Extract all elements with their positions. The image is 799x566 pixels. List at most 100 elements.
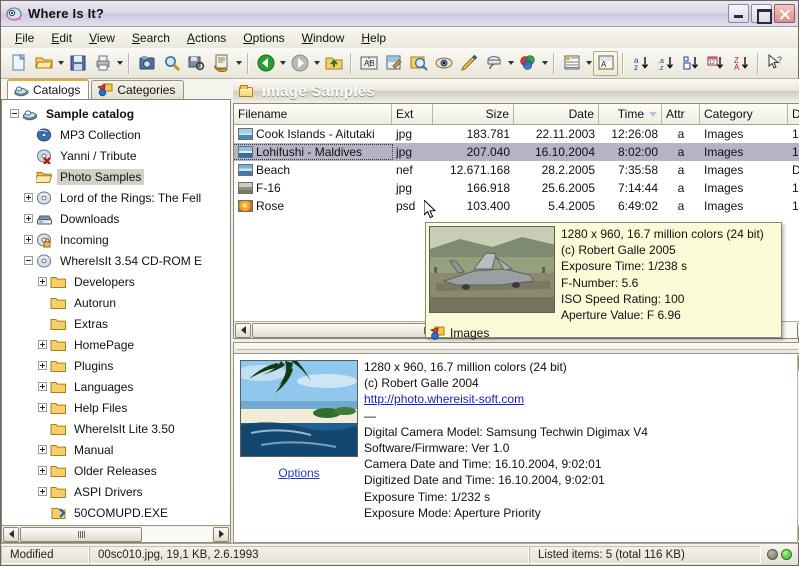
file-row[interactable]: Rose psd 103.400 5.4.2005 6:49:02 a Images 1 [234,197,799,215]
toolbar-new-catalog-icon[interactable] [6,51,31,76]
tree-horizontal-scrollbar[interactable] [2,525,230,542]
toolbar-search-icon[interactable] [159,51,184,76]
tree-item-whereisit-3-54-cd-rom-e[interactable]: WhereIsIt 3.54 CD-ROM E [2,250,230,271]
toolbar-list-view-icon-chevron-down-icon[interactable] [584,51,593,76]
column-header-time[interactable]: Time [599,104,662,124]
detail-thumbnail[interactable] [240,360,358,457]
tree-expander-plus-icon[interactable] [38,466,47,475]
tree-item-lord-of-the-rings-the-fell[interactable]: Lord of the Rings: The Fell [2,187,230,208]
toolbar-sort-date-icon[interactable]: 12 [703,51,728,76]
tree-expander-minus-icon[interactable] [10,109,19,118]
tree-expander-plus-icon[interactable] [38,361,47,370]
toolbar-sort-size-icon[interactable] [678,51,703,76]
tree-item-manual[interactable]: Manual [2,439,230,460]
toolbar-list-view-icon[interactable] [559,51,584,76]
tree-scroll-right-button[interactable] [213,526,229,542]
detail-options-link[interactable]: Options [278,466,319,480]
detail-grip[interactable] [237,346,798,350]
menu-item-view[interactable]: View [81,29,124,47]
file-row[interactable]: Cook Islands - Aitutaki jpg 183.781 22.11.2… [234,125,799,143]
tree-item-plugins[interactable]: Plugins [2,355,230,376]
detail-url-anchor[interactable]: http://photo.whereisit-soft.com [364,392,524,406]
tree-expander-plus-icon[interactable] [38,487,47,496]
column-header-date[interactable]: Date [514,104,599,124]
toolbar-forward-icon[interactable] [287,51,312,76]
toolbar-find-in-disk-icon[interactable] [184,51,209,76]
toolbar-edit-description-icon[interactable] [381,51,406,76]
tree-item-incoming[interactable]: Incoming [2,229,230,250]
list-scroll-left-button[interactable] [235,322,251,338]
file-row[interactable]: Lohifushi - Maldives jpg 207.040 16.10.2004… [234,143,799,161]
tree-expander-plus-icon[interactable] [38,403,47,412]
column-header-d[interactable]: D [788,104,799,124]
toolbar-forward-icon-chevron-down-icon[interactable] [312,51,321,76]
toolbar-categories-icon-chevron-down-icon[interactable] [540,51,549,76]
menu-item-window[interactable]: Window [294,29,354,47]
tree-expander-plus-icon[interactable] [24,235,33,244]
tree-expander-plus-icon[interactable] [24,214,33,223]
toolbar-details-view-icon[interactable]: A [593,50,618,76]
file-row[interactable]: Beach nef 12.671.168 28.2.2005 7:35:58 a Image… [234,161,799,179]
tree-expander-plus-icon[interactable] [38,382,47,391]
tree-expander-plus-icon[interactable] [24,193,33,202]
toolbar-report-icon[interactable] [209,51,234,76]
menu-item-search[interactable]: Search [124,29,179,47]
tree-item-developers[interactable]: Developers [2,271,230,292]
toolbar-print-icon[interactable] [90,51,115,76]
minimize-button[interactable] [728,4,749,23]
tree-item-whereisit-lite-3-50[interactable]: WhereIsIt Lite 3.50 [2,418,230,439]
tree-item-photo-samples[interactable]: Photo Samples [2,166,230,187]
tree-item-downloads[interactable]: Downloads [2,208,230,229]
tree-expander-plus-icon[interactable] [38,277,47,286]
toolbar-up-folder-icon[interactable] [321,51,346,76]
maximize-button[interactable] [751,4,772,24]
catalog-tree[interactable]: Sample catalog MP3 Collection Yanni / Trib… [2,100,230,525]
toolbar-sort-descending-icon[interactable]: ZA [728,51,753,76]
tree-item-yanni-tribute[interactable]: Yanni / Tribute [2,145,230,166]
tree-expander-plus-icon[interactable] [38,340,47,349]
tree-item-languages[interactable]: Languages [2,376,230,397]
tree-item-homepage[interactable]: HomePage [2,334,230,355]
column-header-ext[interactable]: Ext [392,104,433,124]
toolbar-view-thumbnail-icon[interactable] [431,51,456,76]
toolbar-save-catalog-icon[interactable] [65,51,90,76]
tree-expander-minus-icon[interactable] [24,256,33,265]
tree-expander-plus-icon[interactable] [38,445,47,454]
toolbar-categories-icon[interactable] [515,51,540,76]
toolbar-sort-name-icon[interactable]: az [628,51,653,76]
tree-scroll-left-button[interactable] [3,526,19,542]
close-button[interactable] [774,4,795,23]
toolbar-open-catalog-icon-chevron-down-icon[interactable] [56,51,65,76]
menu-item-actions[interactable]: Actions [179,29,235,47]
toolbar-print-icon-chevron-down-icon[interactable] [115,51,124,76]
toolbar-flag-icon[interactable] [481,51,506,76]
toolbar-context-help-icon[interactable]: ? [763,51,788,76]
tree-item-mp3-collection[interactable]: MP3 Collection [2,124,230,145]
column-header-category[interactable]: Category [700,104,788,124]
toolbar-scan-disk-icon[interactable] [134,51,159,76]
tab-catalogs[interactable]: Catalogs [7,79,90,99]
column-header-size[interactable]: Size [433,104,514,124]
toolbar-open-catalog-icon[interactable] [31,51,56,76]
menu-item-edit[interactable]: Edit [43,29,81,47]
file-row[interactable]: F-16 jpg 166.918 25.6.2005 7:14:44 a Images 1 [234,179,799,197]
tab-categories[interactable]: Categories [91,80,185,99]
toolbar-report-icon-chevron-down-icon[interactable] [234,51,243,76]
tree-item-older-releases[interactable]: Older Releases [2,460,230,481]
tree-item-50comupd-exe[interactable]: 50COMUPD.EXE [2,502,230,523]
menu-item-help[interactable]: Help [353,29,395,47]
tree-item-aspi-drivers[interactable]: ASPI Drivers [2,481,230,502]
tree-scroll-track[interactable] [20,526,212,542]
toolbar-back-icon[interactable] [253,51,278,76]
tree-scroll-thumb[interactable] [20,526,142,542]
menu-item-options[interactable]: Options [235,29,293,47]
tree-item-autorun[interactable]: Autorun [2,292,230,313]
toolbar-sort-ext-icon[interactable]: .a .z [653,51,678,76]
column-header-attr[interactable]: Attr [662,104,700,124]
toolbar-highlight-icon[interactable] [456,51,481,76]
toolbar-flag-icon-chevron-down-icon[interactable] [506,51,515,76]
toolbar-back-icon-chevron-down-icon[interactable] [278,51,287,76]
column-header-filename[interactable]: Filename [234,104,392,124]
menu-item-file[interactable]: File [7,29,43,47]
detail-url-link[interactable]: http://photo.whereisit-soft.com [364,391,797,407]
